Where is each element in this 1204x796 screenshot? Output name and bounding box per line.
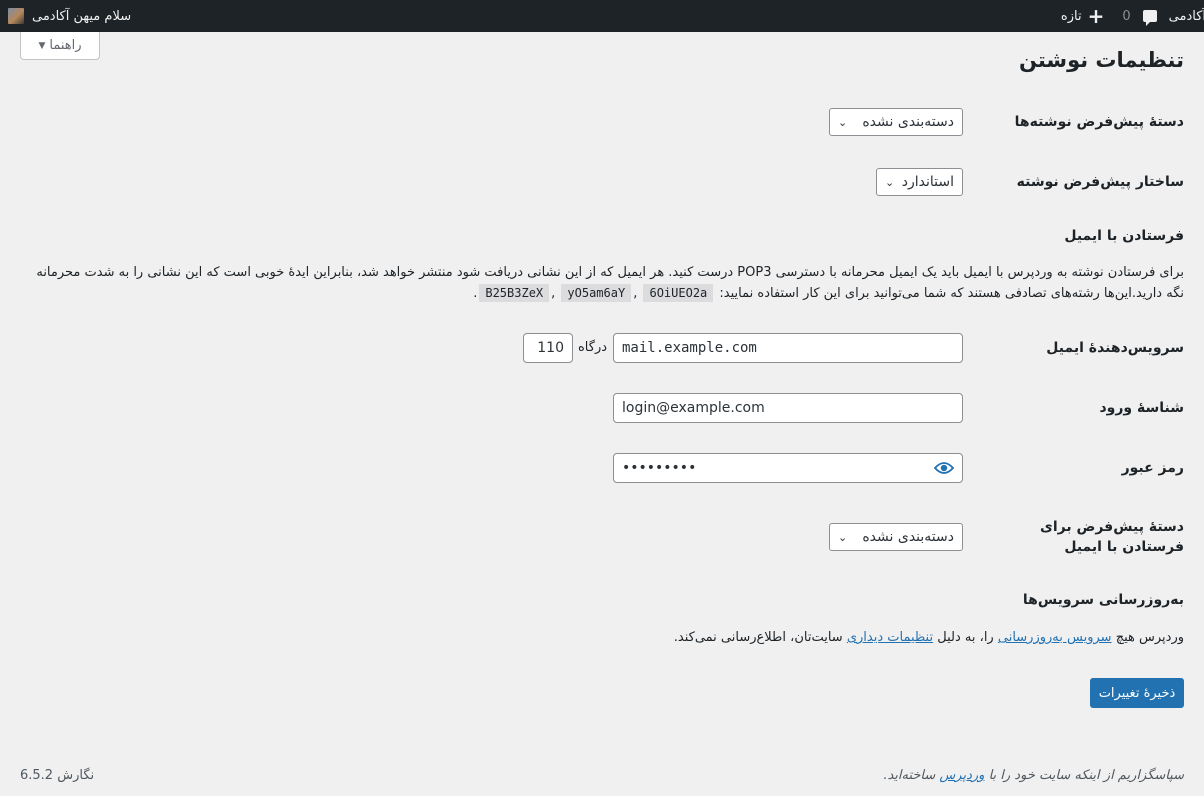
random-code: B25B3ZeX bbox=[479, 284, 550, 302]
default-format-select[interactable]: استاندارد ⌄ bbox=[876, 168, 963, 196]
comments-menu[interactable]: 0 bbox=[1118, 0, 1157, 32]
save-changes-button[interactable]: ذخیرهٔ تغییرات bbox=[1090, 678, 1184, 708]
login-label: شناسهٔ ورود bbox=[1099, 400, 1184, 416]
update-service-link[interactable]: سرویس به‌روزرسانی bbox=[998, 630, 1112, 645]
post-via-email-description: برای فرستادن نوشته به وردپرس با ایمیل با… bbox=[36, 265, 1184, 302]
update-text-before: وردپرس هیچ bbox=[1115, 630, 1184, 645]
site-name: آکادمی bbox=[1168, 8, 1204, 24]
help-tab-button[interactable]: راهنما ▼ bbox=[20, 32, 100, 60]
default-format-value: استاندارد bbox=[901, 174, 954, 190]
footer-version: نگارش 6.5.2 bbox=[20, 768, 95, 783]
comment-icon bbox=[1142, 10, 1157, 26]
page-title: تنظیمات نوشتن bbox=[1018, 48, 1184, 72]
password-value: ••••••••• bbox=[622, 460, 697, 476]
footer-thanks: سپاسگزاریم از اینکه سایت خود را با وردپر… bbox=[883, 768, 1184, 783]
login-input[interactable]: login@example.com bbox=[613, 393, 963, 423]
my-account-menu[interactable]: سلام میهن آکادمی bbox=[8, 0, 131, 32]
email-category-label: دستهٔ پیش‌فرض برای فرستادن با ایمیل bbox=[1040, 519, 1184, 555]
chevron-down-icon: ⌄ bbox=[885, 175, 895, 189]
port-label: درگاه bbox=[578, 340, 608, 355]
help-label: راهنما bbox=[49, 38, 82, 53]
default-category-label: دستهٔ پیش‌فرض نوشته‌ها bbox=[1014, 114, 1184, 130]
random-code: 6OiUEO2a bbox=[643, 284, 714, 302]
password-input[interactable]: ••••••••• bbox=[613, 453, 963, 483]
reading-settings-link[interactable]: تنظیمات دیداری bbox=[847, 630, 933, 645]
chevron-down-icon: ⌄ bbox=[838, 115, 848, 129]
footer-thanks-before: سپاسگزاریم از اینکه سایت خود را با bbox=[988, 768, 1184, 783]
update-text-middle: را، به دلیل bbox=[937, 630, 994, 645]
mail-server-label: سرویس‌دهندهٔ ایمیل bbox=[1046, 340, 1184, 356]
comment-count: 0 bbox=[1122, 8, 1131, 24]
post-via-email-heading: فرستادن با ایمیل bbox=[1064, 228, 1184, 244]
admin-bar: سلام میهن آکادمی تازه + 0 آکادمی bbox=[0, 0, 1204, 32]
chevron-down-icon: ⌄ bbox=[838, 530, 848, 544]
password-label: رمز عبور bbox=[1121, 460, 1184, 476]
update-services-text: وردپرس هیچ سرویس به‌روزرسانی را، به دلیل… bbox=[20, 628, 1184, 648]
plus-icon: + bbox=[1087, 4, 1105, 28]
update-text-after: سایت‌تان، اطلاع‌رسانی نمی‌کند. bbox=[673, 630, 843, 645]
caret-down-icon: ▼ bbox=[38, 40, 46, 51]
mail-server-input[interactable]: mail.example.com bbox=[613, 333, 963, 363]
new-content-menu[interactable]: تازه + bbox=[1061, 0, 1104, 32]
new-label: تازه bbox=[1060, 8, 1082, 24]
avatar bbox=[8, 8, 24, 24]
site-name-menu[interactable]: آکادمی bbox=[1169, 0, 1204, 32]
port-input[interactable]: 110 bbox=[523, 333, 573, 363]
random-code: yO5am6aY bbox=[561, 284, 632, 302]
default-category-value: دسته‌بندی نشده bbox=[862, 114, 954, 130]
update-services-heading: به‌روزرسانی سرویس‌ها bbox=[1022, 592, 1184, 608]
email-category-value: دسته‌بندی نشده bbox=[862, 529, 954, 545]
greeting-text: سلام میهن آکادمی bbox=[32, 8, 132, 24]
eye-icon[interactable] bbox=[934, 460, 954, 476]
default-format-label: ساختار پیش‌فرض نوشته bbox=[1016, 174, 1184, 190]
wordpress-link[interactable]: وردپرس bbox=[939, 768, 984, 783]
footer-thanks-after: ساخته‌اید. bbox=[883, 768, 936, 783]
default-category-select[interactable]: دسته‌بندی نشده ⌄ bbox=[829, 108, 963, 136]
email-category-select[interactable]: دسته‌بندی نشده ⌄ bbox=[829, 523, 963, 551]
